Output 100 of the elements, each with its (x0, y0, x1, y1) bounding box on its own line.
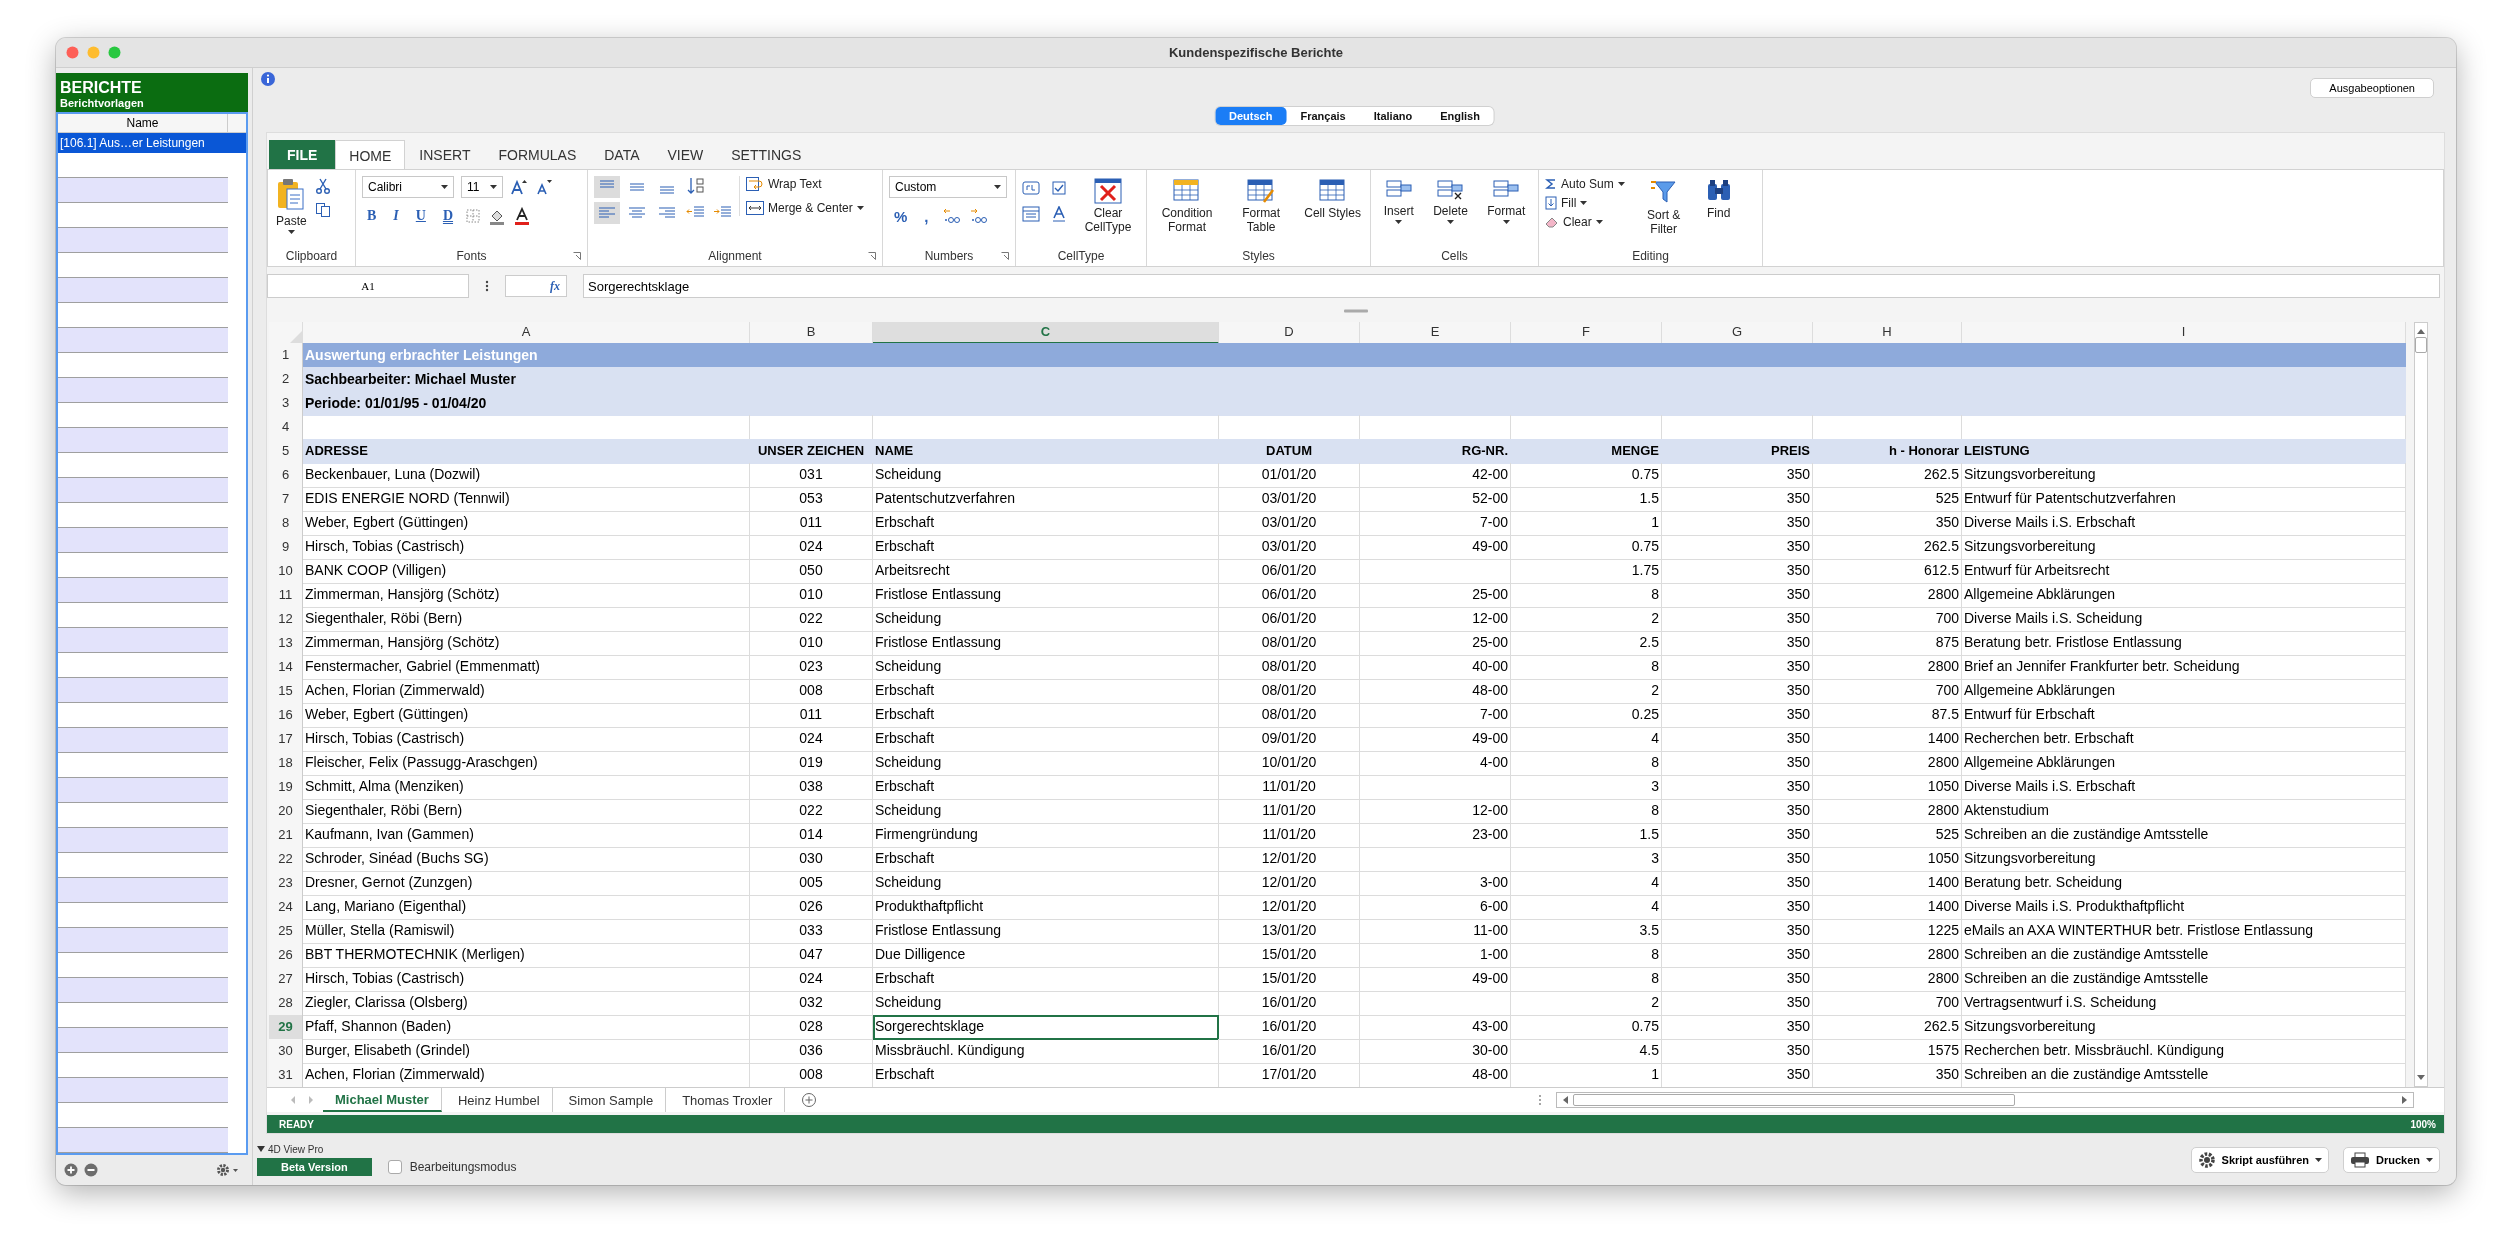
list-item[interactable]: [106.1] Aus…er Leistungen (58, 133, 246, 153)
auto-sum-button[interactable]: Auto Sum (1545, 176, 1625, 192)
language-tab[interactable]: English (1426, 107, 1494, 125)
wrap-text-button[interactable]: Wrap Text (746, 176, 822, 192)
row-number[interactable]: 28 (269, 991, 303, 1016)
row-number[interactable]: 6 (269, 463, 303, 488)
horizontal-scrollbar[interactable] (1556, 1092, 2414, 1108)
row-number[interactable]: 26 (269, 943, 303, 968)
percent-button[interactable]: % (889, 207, 913, 225)
clear-button[interactable]: Clear (1545, 214, 1625, 230)
sort-filter-button[interactable]: Sort & Filter (1630, 176, 1697, 238)
print-button[interactable]: Drucken (2342, 1146, 2440, 1173)
scroll-right-icon[interactable] (2401, 1095, 2409, 1105)
row-number[interactable]: 20 (269, 799, 303, 824)
number-format-dropdown[interactable]: Custom (889, 176, 1007, 198)
dialog-launcher-icon[interactable] (868, 252, 876, 260)
ribbon-tab[interactable]: DATA (590, 140, 654, 169)
ribbon-tab[interactable]: VIEW (653, 140, 718, 169)
ribbon-tab[interactable]: HOME (335, 140, 406, 170)
sheet-tab[interactable]: Heinz Humbel (445, 1088, 553, 1112)
row-number[interactable]: 10 (269, 559, 303, 584)
row-number[interactable]: 7 (269, 487, 303, 512)
indent-increase-icon[interactable] (713, 204, 733, 220)
section-toggle[interactable]: 4D View Pro (257, 1143, 517, 1155)
scissors-icon[interactable] (314, 178, 331, 194)
row-number[interactable]: 14 (269, 655, 303, 680)
row-number[interactable]: 23 (269, 871, 303, 896)
row-number[interactable]: 17 (269, 727, 303, 752)
fill-button[interactable]: Fill (1545, 195, 1625, 211)
row-number[interactable]: 25 (269, 919, 303, 944)
gear-icon[interactable] (216, 1163, 240, 1177)
row-number[interactable]: 19 (269, 775, 303, 800)
add-icon[interactable] (64, 1163, 78, 1177)
row-number[interactable]: 1 (269, 343, 303, 368)
list-grid-icon[interactable] (1022, 206, 1040, 222)
copy-icon[interactable] (314, 202, 331, 218)
row-number[interactable]: 16 (269, 703, 303, 728)
ribbon-tab[interactable]: FILE (269, 140, 336, 169)
name-box[interactable]: A1 (267, 274, 469, 298)
checkbox-icon[interactable] (1050, 180, 1068, 196)
row-number[interactable]: 5 (269, 439, 303, 464)
shrink-font-icon[interactable] (535, 179, 553, 195)
row-number[interactable]: 21 (269, 823, 303, 848)
indent-decrease-icon[interactable] (686, 204, 706, 220)
language-tab[interactable]: Français (1286, 107, 1360, 125)
row-number[interactable]: 24 (269, 895, 303, 920)
cell-styles-button[interactable]: Cell Styles (1302, 176, 1363, 222)
formula-input[interactable]: Sorgerechtsklage (583, 274, 2440, 298)
sheet-tab[interactable]: Michael Muster (323, 1088, 442, 1112)
add-sheet-icon[interactable] (801, 1092, 818, 1108)
row-number[interactable]: 27 (269, 967, 303, 992)
row-number[interactable]: 13 (269, 631, 303, 656)
sheet-tab[interactable]: Simon Sample (556, 1088, 667, 1112)
edit-mode-checkbox[interactable]: Bearbeitungsmodus (387, 1159, 517, 1174)
find-button[interactable]: Find (1702, 176, 1735, 222)
paste-button[interactable]: Paste (274, 176, 309, 236)
textbox-icon[interactable] (1022, 180, 1040, 196)
language-tab[interactable]: Italiano (1359, 107, 1427, 125)
bold-button[interactable]: B (362, 208, 382, 224)
scroll-up-icon[interactable] (2416, 327, 2426, 335)
dialog-launcher-icon[interactable] (573, 252, 581, 260)
function-button[interactable]: fx (505, 275, 567, 297)
row-number[interactable]: 9 (269, 535, 303, 560)
ribbon-tab[interactable]: INSERT (405, 140, 485, 169)
row-number[interactable]: 4 (269, 415, 303, 440)
more-icon[interactable] (485, 280, 489, 292)
dialog-launcher-icon[interactable] (1001, 252, 1009, 260)
row-number[interactable]: 29 (269, 1015, 303, 1040)
font-color-icon[interactable] (513, 207, 532, 225)
remove-icon[interactable] (84, 1163, 98, 1177)
row-number[interactable]: 15 (269, 679, 303, 704)
output-options-button[interactable]: Ausgabeoptionen (2310, 78, 2434, 98)
vertical-scrollbar[interactable] (2414, 322, 2428, 1087)
sheet-tab[interactable]: Thomas Troxler (670, 1088, 786, 1112)
font-size-dropdown[interactable]: 11 (461, 176, 503, 198)
run-script-button[interactable]: Skript ausführen (2190, 1146, 2329, 1173)
column-header[interactable]: C (873, 322, 1219, 344)
scroll-left-icon[interactable] (1561, 1095, 1569, 1105)
underline-button[interactable]: U (410, 208, 431, 224)
delete-button[interactable]: Delete (1431, 176, 1470, 226)
double-underline-button[interactable]: D (437, 208, 459, 224)
format-table-button[interactable]: Format Table (1228, 176, 1295, 236)
comma-button[interactable]: , (919, 207, 934, 225)
font-family-dropdown[interactable]: Calibri (362, 176, 454, 198)
merge-center-button[interactable]: Merge & Center (746, 200, 864, 216)
scroll-thumb[interactable] (1573, 1094, 2015, 1106)
scroll-down-icon[interactable] (2416, 1074, 2426, 1082)
row-number[interactable]: 8 (269, 511, 303, 536)
italic-button[interactable]: I (388, 208, 404, 224)
underlined-letter-icon[interactable] (1050, 206, 1068, 222)
ribbon-tab[interactable]: SETTINGS (717, 140, 816, 169)
condition-format-button[interactable]: Condition Format (1154, 176, 1221, 236)
row-number[interactable]: 2 (269, 367, 303, 392)
row-number[interactable]: 12 (269, 607, 303, 632)
scroll-thumb[interactable] (2415, 337, 2427, 353)
row-number[interactable]: 3 (269, 391, 303, 416)
format-button[interactable]: Format (1485, 176, 1528, 226)
splitter-handle-icon[interactable] (1343, 308, 1368, 313)
sort-icon[interactable] (686, 176, 706, 196)
insert-button[interactable]: Insert (1381, 176, 1416, 226)
